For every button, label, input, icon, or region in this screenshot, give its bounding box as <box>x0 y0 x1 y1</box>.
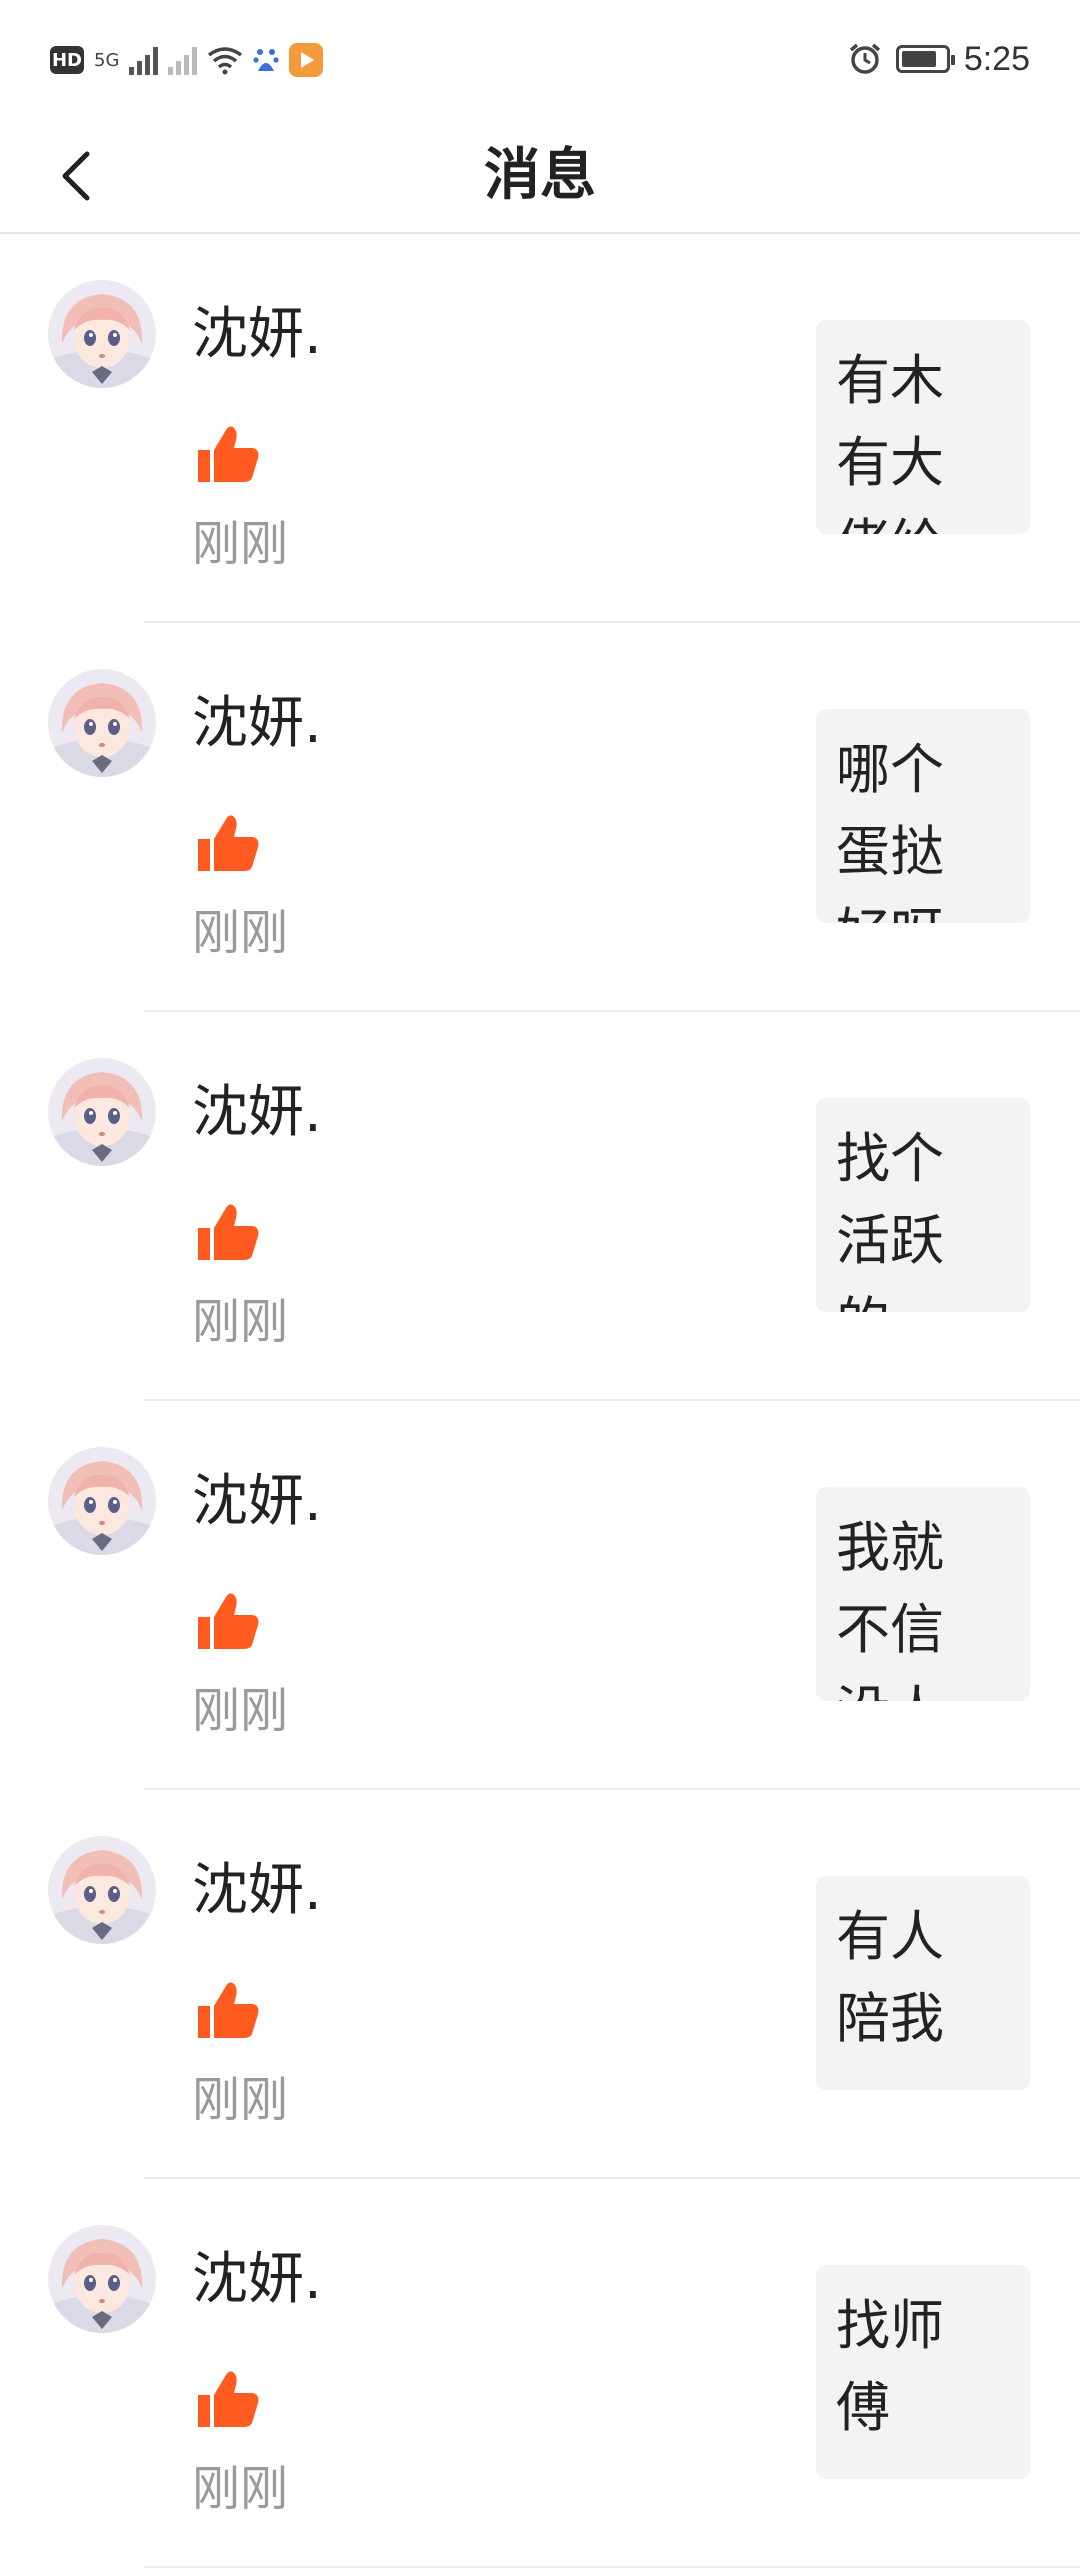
clock: 5:25 <box>963 39 1030 78</box>
post-preview-text: 找个活跃的一 <box>836 1127 944 1312</box>
wifi-icon <box>208 47 243 75</box>
avatar[interactable] <box>48 2225 156 2333</box>
avatar[interactable] <box>48 280 156 388</box>
hd-icon: HD <box>50 46 84 74</box>
message-item[interactable]: 沈妍. 刚刚 哪个蛋挞好呀 <box>0 623 1080 1012</box>
timestamp: 刚刚 <box>192 2461 289 2517</box>
thumbs-up-icon <box>198 1593 259 1649</box>
post-preview[interactable]: 找师傅 <box>816 2265 1030 2479</box>
message-item[interactable]: 沈妍. 刚刚 找师傅 <box>0 2179 1080 2568</box>
post-preview[interactable]: 有木有大佬给 <box>816 320 1030 534</box>
battery-level <box>901 51 936 67</box>
avatar[interactable] <box>48 669 156 777</box>
signal-secondary-icon <box>168 45 198 75</box>
thumbs-up-icon <box>198 815 259 871</box>
post-preview-text: 我就不信没人 <box>836 1516 944 1701</box>
network-type-label: 5G <box>94 49 120 71</box>
timestamp: 刚刚 <box>192 905 289 961</box>
timestamp: 刚刚 <box>192 1683 289 1739</box>
sender-name: 沈妍. <box>192 1469 322 1534</box>
avatar[interactable] <box>48 1447 156 1555</box>
message-item[interactable]: 沈妍. 刚刚 有木有大佬给 <box>0 234 1080 623</box>
sender-name: 沈妍. <box>192 302 322 367</box>
status-right: 5:25 <box>848 34 1030 84</box>
status-left: HD 5G <box>50 36 324 84</box>
page-title: 消息 <box>484 143 596 208</box>
top-bar: 消息 <box>0 120 1080 234</box>
message-item[interactable]: 沈妍. 刚刚 我就不信没人 <box>0 1401 1080 1790</box>
battery-icon <box>895 45 955 73</box>
thumbs-up-icon <box>198 1204 259 1260</box>
avatar[interactable] <box>48 1836 156 1944</box>
timestamp: 刚刚 <box>192 516 289 572</box>
post-preview-text: 有木有大佬给 <box>836 349 944 534</box>
post-preview-text: 有人陪我一 <box>836 1905 944 2090</box>
post-preview[interactable]: 找个活跃的一 <box>816 1098 1030 1312</box>
thumbs-up-icon <box>198 426 259 482</box>
post-preview[interactable]: 有人陪我一 <box>816 1876 1030 2090</box>
baidu-icon <box>253 49 280 71</box>
post-preview[interactable]: 我就不信没人 <box>816 1487 1030 1701</box>
message-item[interactable]: 沈妍. 刚刚 有人陪我一 <box>0 1790 1080 2179</box>
alarm-icon <box>849 43 880 74</box>
post-preview-text: 找师傅 <box>836 2294 944 2439</box>
thumbs-up-icon <box>198 1982 259 2038</box>
message-item[interactable]: 沈妍. 刚刚 找个活跃的一 <box>0 1012 1080 1401</box>
video-app-icon <box>289 43 324 77</box>
thumbs-up-icon <box>198 2371 259 2427</box>
sender-name: 沈妍. <box>192 1858 322 1923</box>
timestamp: 刚刚 <box>192 2072 289 2128</box>
timestamp: 刚刚 <box>192 1294 289 1350</box>
avatar[interactable] <box>48 1058 156 1166</box>
signal-icon <box>129 45 159 75</box>
post-preview-text: 哪个蛋挞好呀 <box>836 738 944 923</box>
post-preview[interactable]: 哪个蛋挞好呀 <box>816 709 1030 923</box>
sender-name: 沈妍. <box>192 691 322 756</box>
sender-name: 沈妍. <box>192 2247 322 2312</box>
status-bar: HD 5G 5:25 <box>0 0 1080 120</box>
sender-name: 沈妍. <box>192 1080 322 1145</box>
message-list[interactable]: 沈妍. 刚刚 有木有大佬给 沈妍. <box>0 234 1080 2568</box>
